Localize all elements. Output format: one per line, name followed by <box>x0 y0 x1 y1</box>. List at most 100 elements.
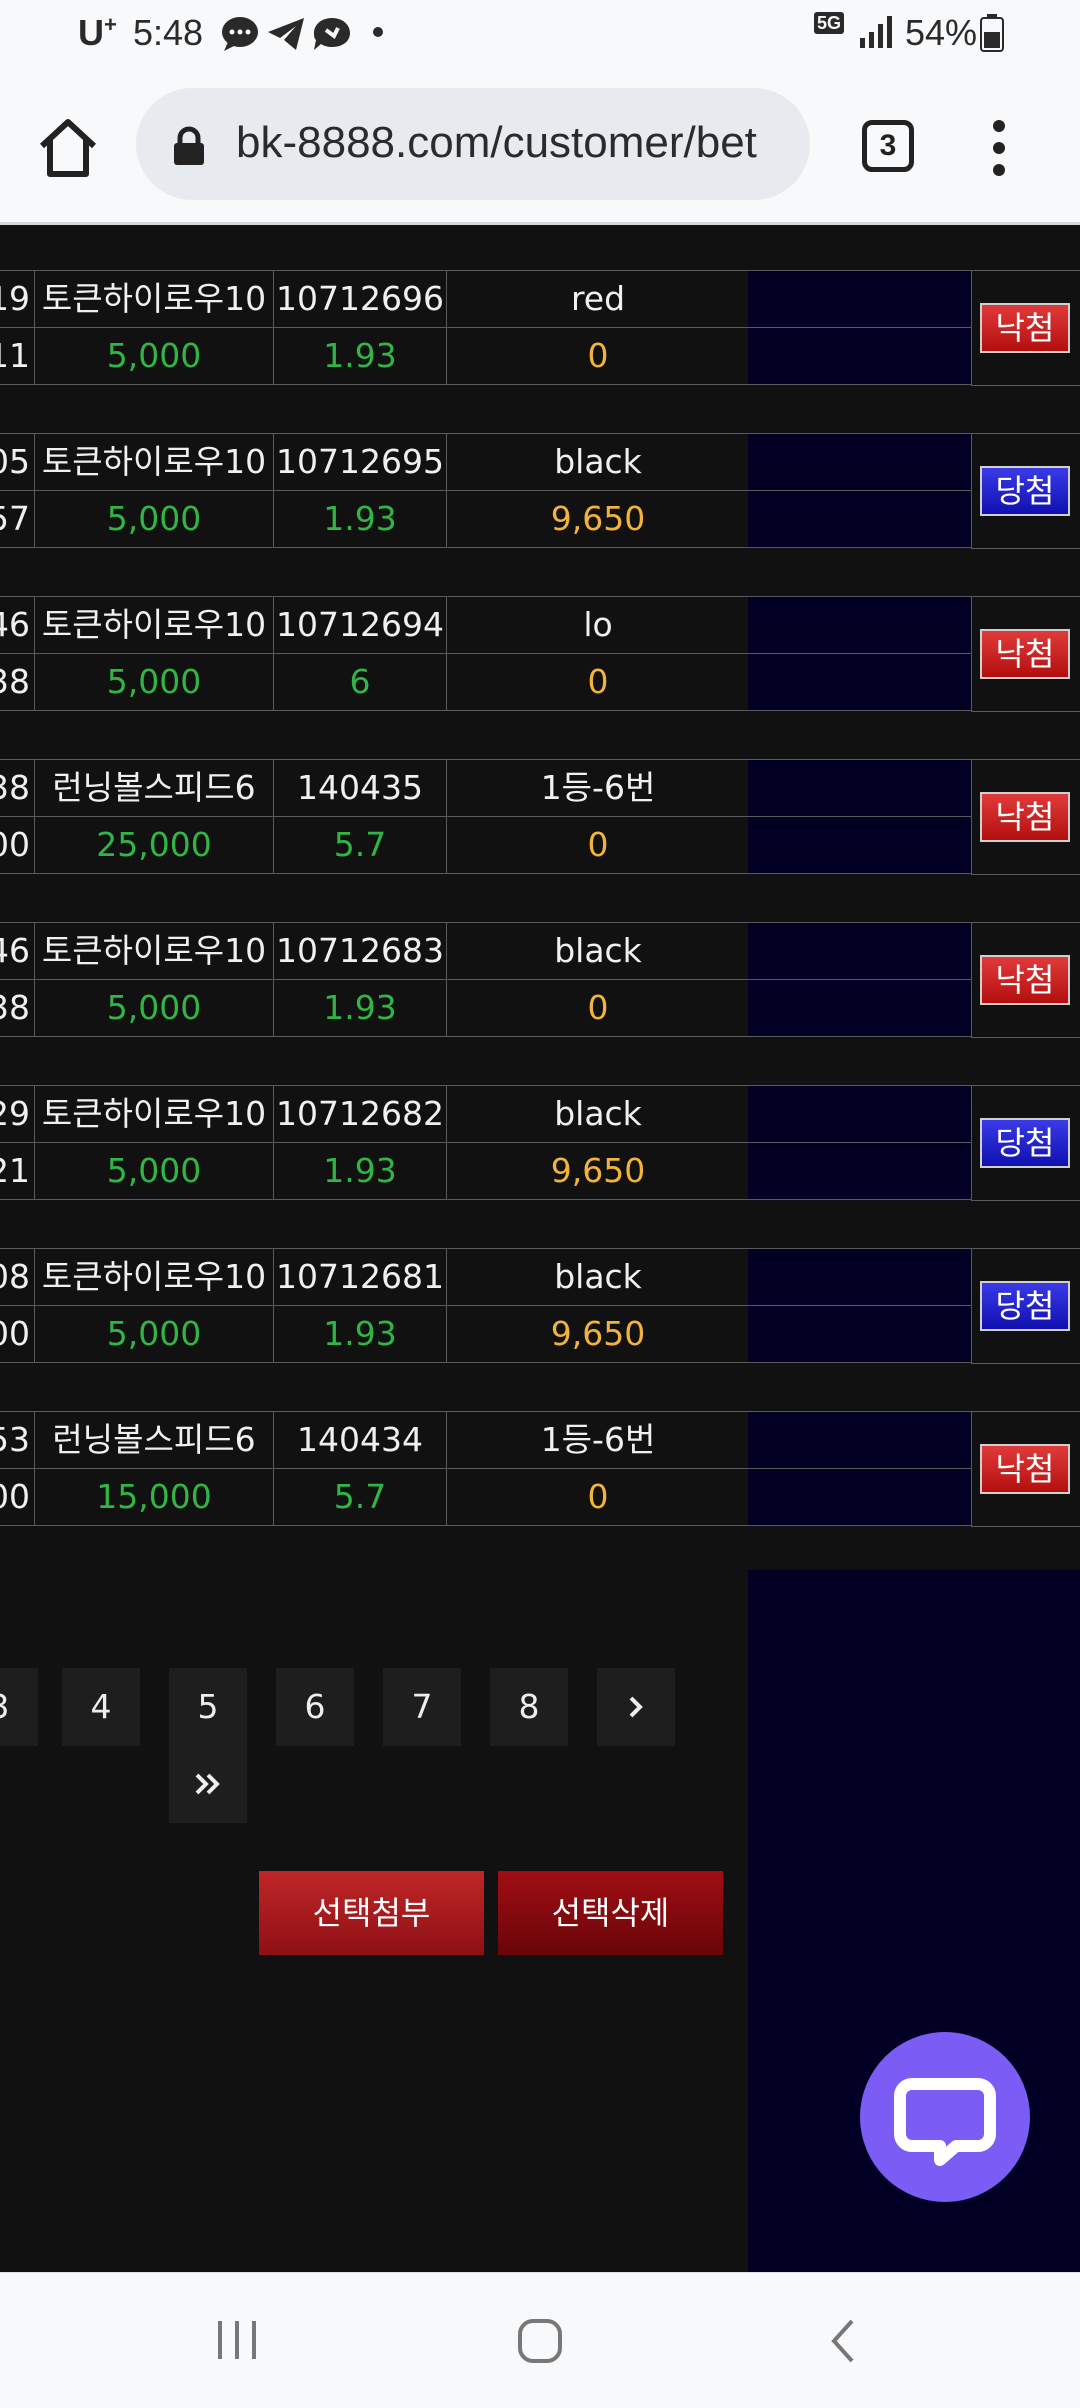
result-badge: 당첨 <box>980 1118 1070 1168</box>
bet-id-top: 29 <box>0 1085 35 1143</box>
game-name: 런닝볼스피드6 <box>34 759 274 817</box>
result-cell: 당첨 <box>971 1248 1080 1364</box>
page-button[interactable]: 4 <box>62 1668 140 1746</box>
tab-switcher-button[interactable]: 3 <box>862 120 914 172</box>
bet-odds: 1.93 <box>273 1305 447 1363</box>
bet-row[interactable]: 08토큰하이로우1010712681 black 005,0001.93 9,650 당… <box>0 1248 1080 1364</box>
bet-pick-label: 1등-6번 <box>540 768 656 807</box>
select-attach-button[interactable]: 선택첨부 <box>259 1871 484 1955</box>
navy-cell-fill <box>748 271 972 327</box>
next-page-button[interactable] <box>597 1668 675 1746</box>
last-page-button[interactable] <box>169 1745 247 1823</box>
page-button-current[interactable]: 5 <box>169 1668 247 1746</box>
back-icon[interactable] <box>826 2317 862 2365</box>
bet-odds: 1.93 <box>273 979 447 1037</box>
bet-id-bottom: 57 <box>0 490 35 548</box>
recent-apps-icon[interactable] <box>214 2317 260 2363</box>
bet-id-top: 38 <box>0 759 35 817</box>
bet-row[interactable]: 29토큰하이로우1010712682 black 215,0001.93 9,650 당… <box>0 1085 1080 1201</box>
bet-amount: 5,000 <box>34 327 274 385</box>
lock-icon <box>174 126 204 165</box>
result-cell: 낙첨 <box>971 922 1080 1038</box>
messenger-icon <box>222 17 258 51</box>
bet-history-content: 19토큰하이로우1010712696red115,0001.930낙첨05토큰하… <box>0 228 1080 2272</box>
dot-icon <box>373 27 383 37</box>
clock: 5:48 <box>133 12 204 53</box>
bet-odds: 1.93 <box>273 490 447 548</box>
result-cell: 당첨 <box>971 1085 1080 1201</box>
bet-payout-value: 9,650 <box>550 1151 646 1190</box>
bet-row[interactable]: 19토큰하이로우1010712696 red 115,0001.93 0 낙첨 <box>0 270 1080 386</box>
status-bar: U+ 5:48 5G 54% <box>0 0 1080 70</box>
bet-amount: 25,000 <box>34 816 274 874</box>
navy-cell-fill <box>748 328 972 384</box>
home-nav-icon[interactable] <box>516 2317 564 2365</box>
bet-id-top: 05 <box>0 433 35 491</box>
chat-bubble-icon <box>314 18 350 50</box>
bet-row[interactable]: 46토큰하이로우1010712683 black 385,0001.93 0 낙첨 <box>0 922 1080 1038</box>
navy-cell-fill <box>748 1249 972 1305</box>
bet-pick-label: black <box>554 1257 642 1296</box>
bet-id-top: 19 <box>0 270 35 328</box>
select-delete-button[interactable]: 선택삭제 <box>498 1871 723 1955</box>
game-name: 토큰하이로우10 <box>34 270 274 328</box>
round-number: 10712682 <box>273 1085 447 1143</box>
round-number: 10712694 <box>273 596 447 654</box>
bet-payout-value: 0 <box>587 988 609 1027</box>
url-text: bk-8888.com/customer/bet <box>236 118 757 167</box>
bet-payout-value: 0 <box>587 662 609 701</box>
result-badge: 당첨 <box>980 466 1070 516</box>
result-badge: 낙첨 <box>980 1444 1070 1494</box>
chat-icon <box>894 2078 996 2166</box>
round-number: 10712695 <box>273 433 447 491</box>
result-badge: 낙첨 <box>980 629 1070 679</box>
more-menu-icon[interactable] <box>984 116 1014 180</box>
bet-row[interactable]: 05토큰하이로우1010712695 black 575,0001.93 9,650 당… <box>0 433 1080 549</box>
game-name: 토큰하이로우10 <box>34 1085 274 1143</box>
bet-pick-label: black <box>554 442 642 481</box>
system-navigation-bar <box>0 2272 1080 2408</box>
bet-id-top: 46 <box>0 922 35 980</box>
bet-amount: 5,000 <box>34 979 274 1037</box>
battery-icon <box>980 14 1004 52</box>
page-button[interactable]: 8 <box>490 1668 568 1746</box>
bet-id-bottom: 21 <box>0 1142 35 1200</box>
bet-odds: 5.7 <box>273 1468 447 1526</box>
navy-cell-fill <box>748 597 972 653</box>
result-badge: 당첨 <box>980 1281 1070 1331</box>
network-type: 5G <box>814 12 845 34</box>
bet-id-top: 53 <box>0 1411 35 1469</box>
page-button[interactable]: 7 <box>383 1668 461 1746</box>
bet-pick-label: black <box>554 931 642 970</box>
bet-row[interactable]: 46토큰하이로우1010712694 lo 385,0006 0 낙첨 <box>0 596 1080 712</box>
game-name: 런닝볼스피드6 <box>34 1411 274 1469</box>
result-cell: 낙첨 <box>971 270 1080 386</box>
bet-pick-label: lo <box>583 605 613 644</box>
navy-cell-fill <box>748 760 972 816</box>
navy-cell-fill <box>748 923 972 979</box>
bet-row[interactable]: 53런닝볼스피드6140434 1등-6번 0015,0005.7 0 낙첨 <box>0 1411 1080 1527</box>
bet-row[interactable]: 38런닝볼스피드6140435 1등-6번 0025,0005.7 0 낙첨 <box>0 759 1080 875</box>
bet-id-bottom: 11 <box>0 327 35 385</box>
page-button[interactable]: 6 <box>276 1668 354 1746</box>
home-icon[interactable] <box>36 116 100 180</box>
bet-odds: 6 <box>273 653 447 711</box>
game-name: 토큰하이로우10 <box>34 433 274 491</box>
double-chevron-right-icon <box>195 1773 220 1795</box>
page-button[interactable]: 3 <box>0 1668 38 1746</box>
result-badge: 낙첨 <box>980 303 1070 353</box>
bet-odds: 5.7 <box>273 816 447 874</box>
bet-amount: 5,000 <box>34 1142 274 1200</box>
round-number: 140434 <box>273 1411 447 1469</box>
result-badge: 낙첨 <box>980 955 1070 1005</box>
result-cell: 낙첨 <box>971 1411 1080 1527</box>
bet-id-bottom: 00 <box>0 1305 35 1363</box>
bet-payout-value: 0 <box>587 825 609 864</box>
navy-cell-fill <box>748 817 972 873</box>
url-bar[interactable]: bk-8888.com/customer/bet <box>136 88 810 200</box>
navy-cell-fill <box>748 491 972 547</box>
live-chat-button[interactable] <box>860 2032 1030 2202</box>
result-cell: 낙첨 <box>971 596 1080 712</box>
signal-icon <box>860 16 892 48</box>
navy-cell-fill <box>748 980 972 1036</box>
